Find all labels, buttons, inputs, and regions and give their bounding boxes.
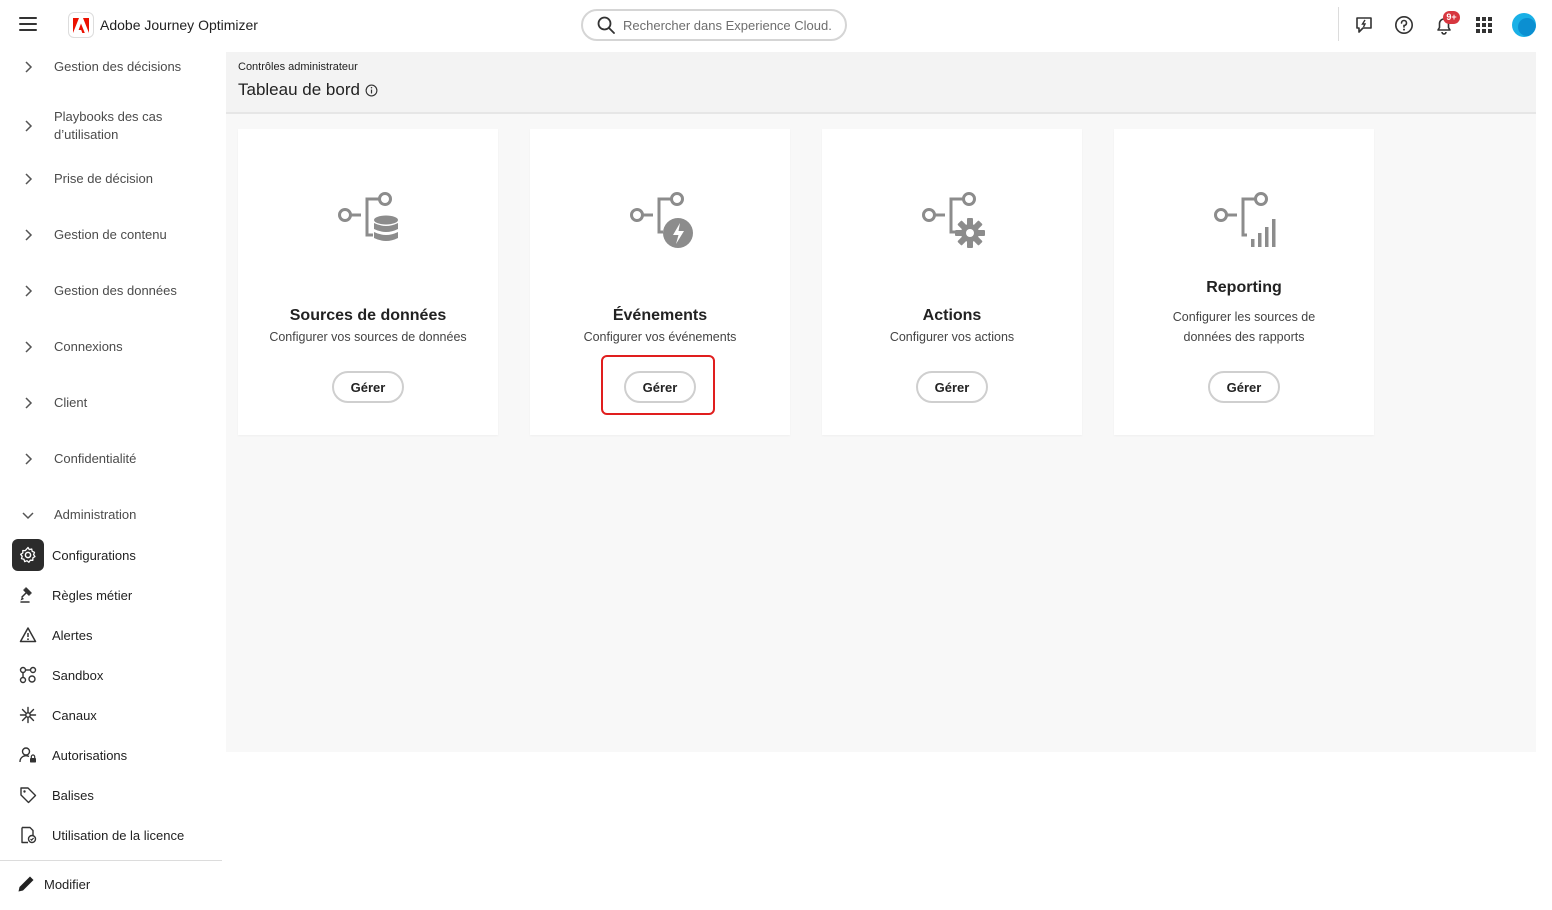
sidebar-group-gestion-contenu[interactable]: Gestion de contenu [0, 226, 222, 244]
sidebar-group-label: Prise de décision [54, 171, 153, 186]
sandbox-icon [12, 659, 44, 691]
sidebar-group-label: Playbooks des cas d’utilisation [54, 109, 163, 142]
notifications-badge: 9+ [1443, 11, 1460, 24]
sidebar-item-utilisation-licence[interactable]: Utilisation de la licence [12, 819, 212, 851]
sidebar-item-sandbox[interactable]: Sandbox [12, 659, 212, 691]
sidebar-group-label: Client [54, 395, 88, 410]
card-description: Configurer vos événements [583, 330, 737, 344]
search-input[interactable] [623, 17, 833, 33]
adobe-logo-icon [68, 12, 94, 38]
modify-label: Modifier [44, 876, 91, 892]
sidebar-group-gestion-decisions[interactable]: Gestion des décisions [0, 58, 222, 76]
top-bar: Adobe Journey Optimizer 9+ [0, 0, 1552, 50]
sidebar-item-label: Utilisation de la licence [52, 827, 185, 843]
chevron-down-icon [22, 512, 34, 520]
info-icon[interactable] [365, 84, 378, 97]
actions-icon [922, 192, 985, 248]
license-icon [12, 819, 44, 851]
card-title: Actions [922, 307, 982, 324]
sidebar-group-label: Gestion des données [54, 283, 177, 298]
sidebar-group-label: Gestion des décisions [54, 59, 182, 74]
card-title: Reporting [1206, 279, 1282, 296]
chevron-right-icon [25, 120, 33, 132]
sidebar-group-administration[interactable]: Administration [0, 506, 222, 524]
sidebar-group-prise-decision[interactable]: Prise de décision [0, 170, 222, 188]
chevron-right-icon [25, 453, 33, 465]
sidebar-item-configurations[interactable]: Configurations [12, 539, 212, 571]
search-bar[interactable] [581, 9, 847, 41]
gavel-icon [12, 579, 44, 611]
manage-data-sources-button[interactable]: Gérer [332, 371, 404, 403]
chevron-right-icon [25, 341, 33, 353]
highlight-annotation [601, 355, 715, 415]
manage-reporting-button[interactable]: Gérer [1208, 371, 1280, 403]
sidebar-item-label: Configurations [52, 547, 136, 563]
toolbar-divider [1338, 7, 1339, 41]
app-switcher-grid-icon[interactable] [1472, 13, 1496, 37]
pencil-icon [18, 876, 34, 892]
sidebar-group-playbooks[interactable]: Playbooks des cas d’utilisation [0, 108, 222, 144]
sidebar-item-regles-metier[interactable]: Règles métier [12, 579, 212, 611]
help-icon[interactable] [1392, 13, 1416, 37]
chevron-right-icon [25, 285, 33, 297]
sidebar-divider [0, 860, 222, 861]
user-avatar[interactable] [1512, 13, 1536, 37]
sidebar-item-canaux[interactable]: Canaux [12, 699, 212, 731]
chevron-right-icon [25, 397, 33, 409]
card-sources-de-donnees: Sources de données Configurer vos source… [238, 129, 498, 435]
page-title-container: Tableau de bord [238, 80, 378, 100]
gear-icon [12, 539, 44, 571]
modify-button[interactable]: Modifier [16, 874, 90, 894]
feedback-icon[interactable] [1352, 13, 1376, 37]
chevron-right-icon [25, 173, 33, 185]
sidebar-item-label: Alertes [52, 627, 93, 643]
card-description: Configurer vos sources de données [269, 330, 467, 344]
sidebar-group-connexions[interactable]: Connexions [0, 338, 222, 356]
sidebar-item-label: Règles métier [52, 587, 133, 603]
sidebar-group-label: Administration [54, 507, 137, 522]
card-title: Événements [612, 307, 708, 324]
card-reporting: Reporting Configurer les sources de donn… [1114, 129, 1374, 435]
chevron-right-icon [25, 229, 33, 241]
hamburger-menu-icon[interactable] [19, 17, 37, 33]
sidebar-group-confidentialite[interactable]: Confidentialité [0, 450, 222, 468]
sidebar-group-label: Connexions [54, 339, 123, 354]
page-title: Tableau de bord [238, 80, 360, 99]
sidebar-group-client[interactable]: Client [0, 394, 222, 412]
sidebar-item-label: Autorisations [52, 747, 128, 763]
datasource-icon [338, 192, 398, 241]
tag-icon [12, 779, 44, 811]
sidebar-group-label: Confidentialité [54, 451, 137, 466]
app-name: Adobe Journey Optimizer [100, 17, 258, 33]
card-title: Sources de données [289, 307, 447, 324]
sidebar: Gestion des décisions Playbooks des cas … [0, 50, 222, 910]
search-icon [597, 16, 615, 34]
sidebar-item-alertes[interactable]: Alertes [12, 619, 212, 651]
alert-icon [12, 619, 44, 651]
breadcrumb: Contrôles administrateur [238, 61, 358, 73]
sidebar-group-label: Gestion de contenu [54, 227, 167, 242]
card-description: Configurer les sources de données des ra… [1172, 310, 1316, 344]
sidebar-item-label: Sandbox [52, 667, 104, 683]
sidebar-item-autorisations[interactable]: Autorisations [12, 739, 212, 771]
permissions-icon [12, 739, 44, 771]
sidebar-group-gestion-donnees[interactable]: Gestion des données [0, 282, 222, 300]
events-icon [630, 192, 693, 248]
chevron-right-icon [25, 61, 33, 73]
reporting-icon [1214, 192, 1276, 247]
sidebar-item-label: Canaux [52, 707, 97, 723]
card-description: Configurer vos actions [889, 330, 1015, 344]
sidebar-item-balises[interactable]: Balises [12, 779, 212, 811]
app-brand[interactable]: Adobe Journey Optimizer [68, 12, 258, 38]
page-header [226, 52, 1536, 114]
sidebar-item-label: Balises [52, 787, 94, 803]
channels-icon [12, 699, 44, 731]
card-actions: Actions Configurer vos actions Gérer [822, 129, 1082, 435]
manage-actions-button[interactable]: Gérer [916, 371, 988, 403]
